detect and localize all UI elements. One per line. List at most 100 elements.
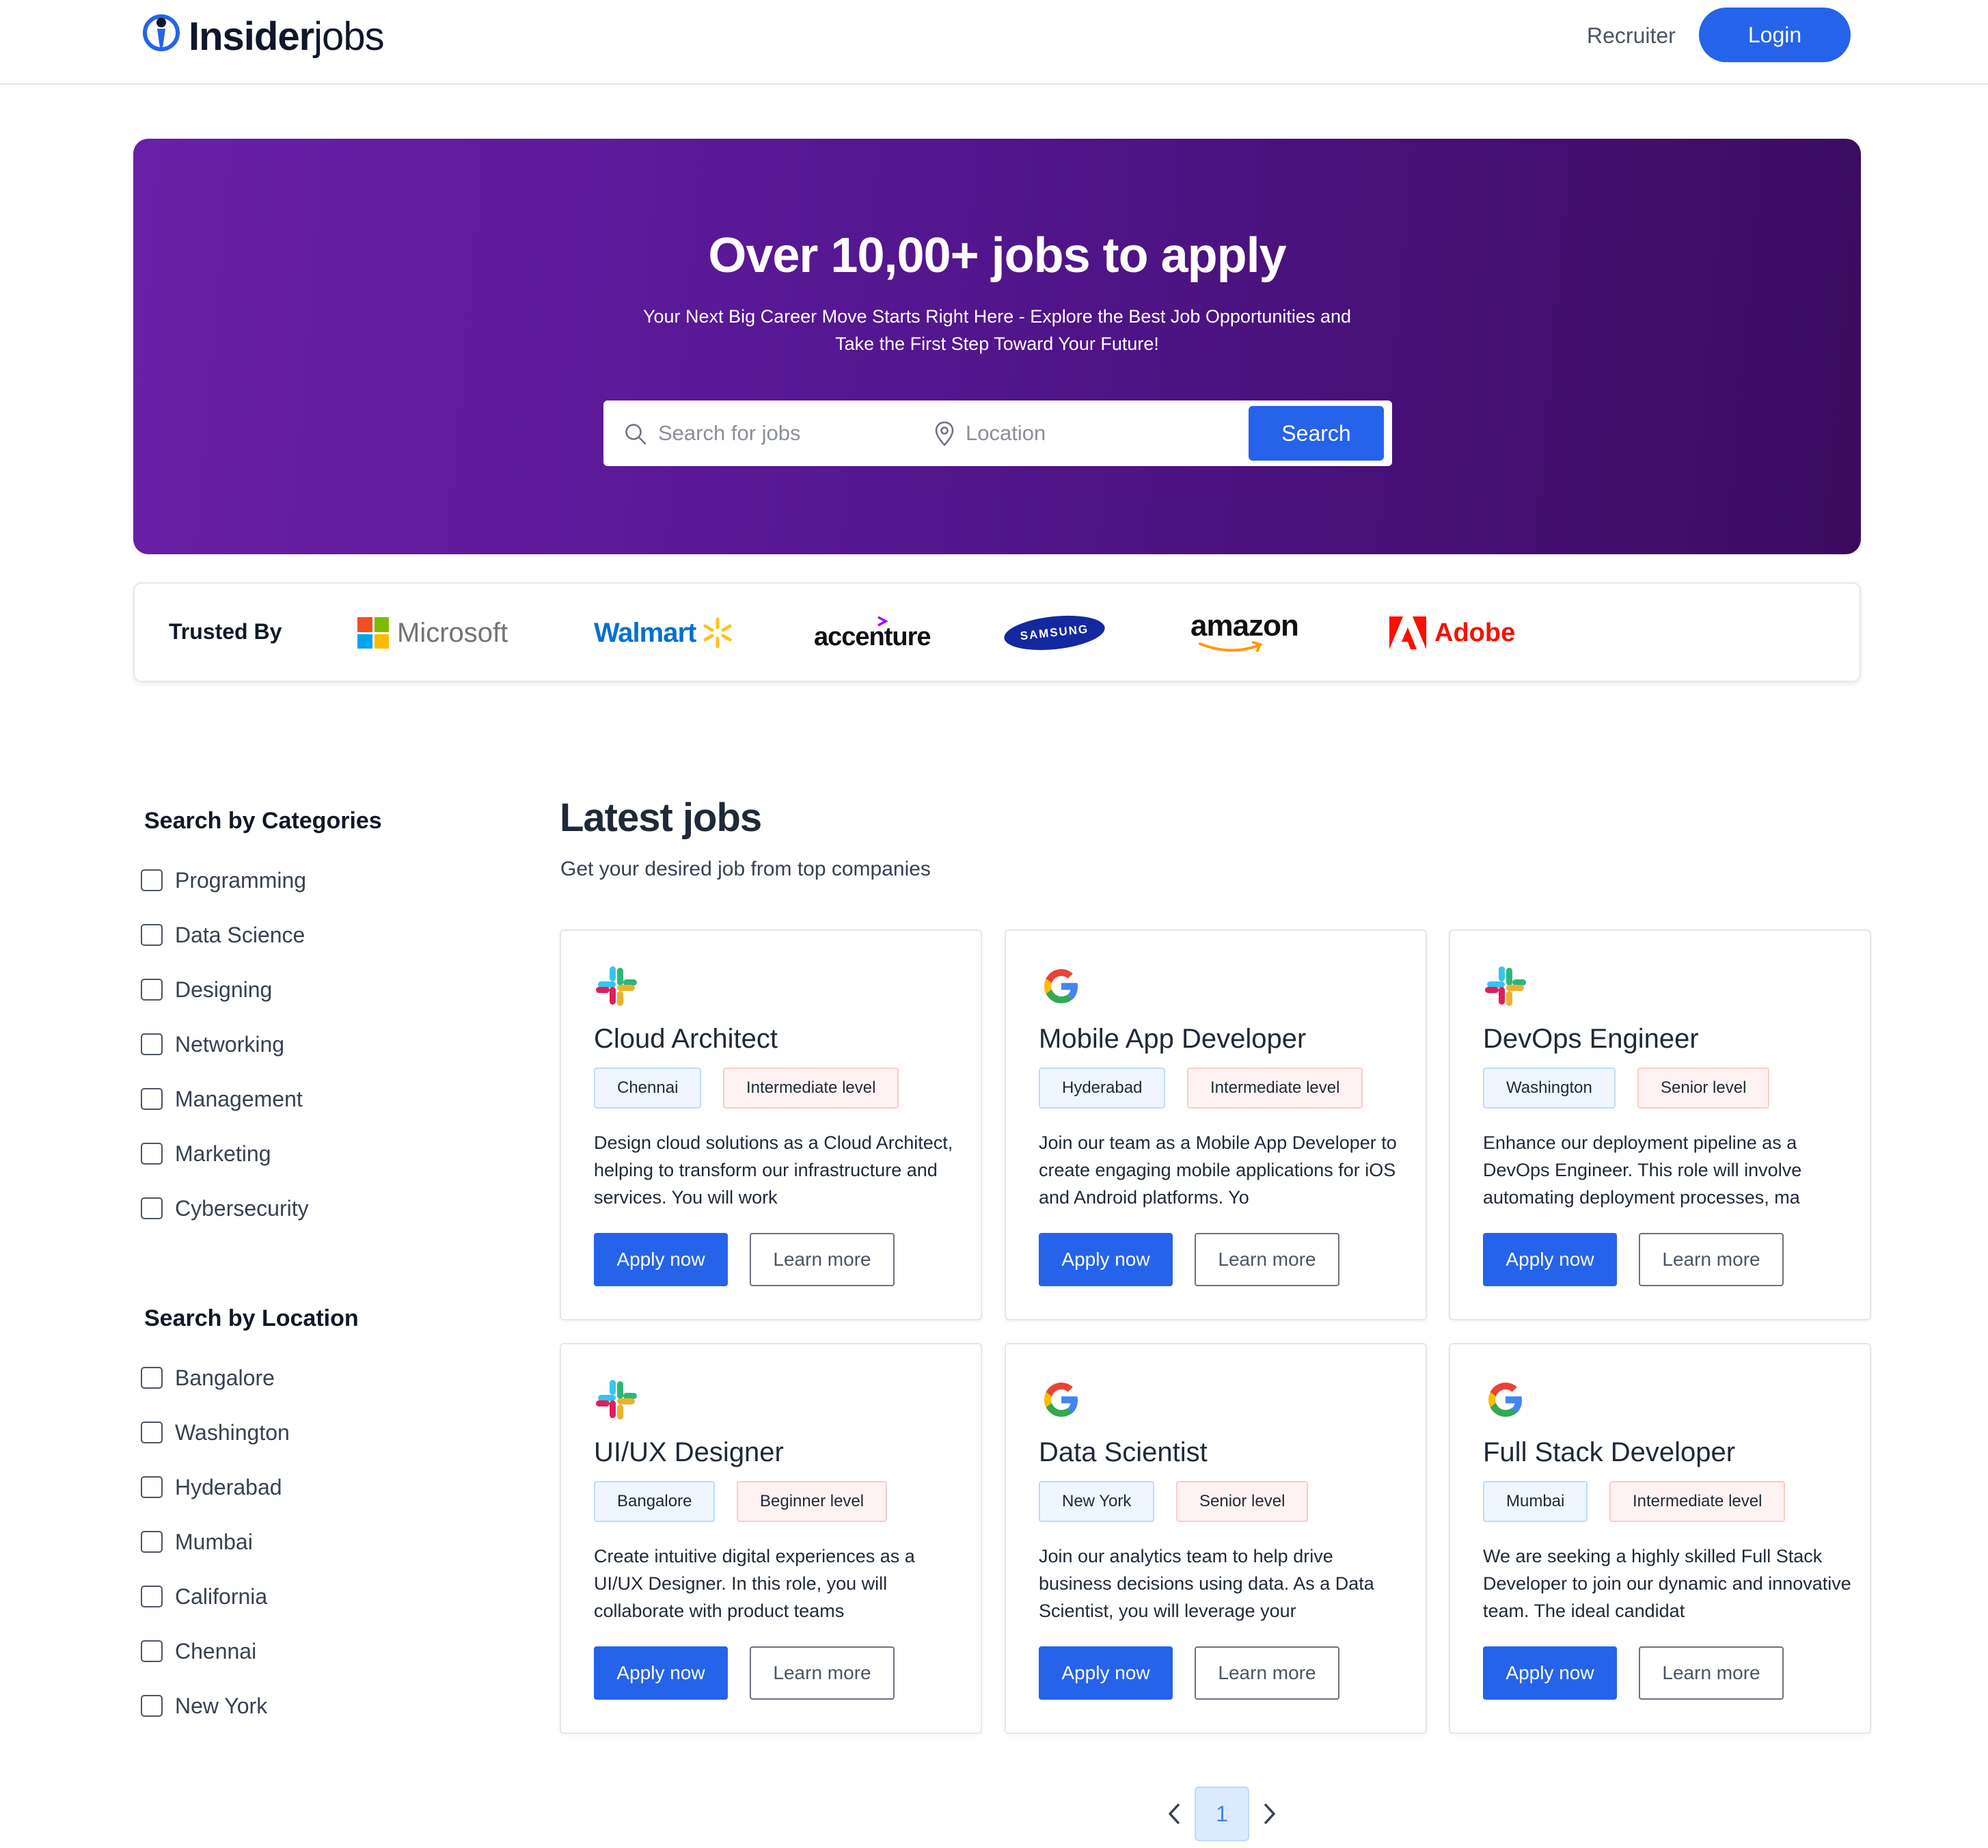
apply-now-button[interactable]: Apply now [1039, 1646, 1173, 1700]
logo-wordmark: Insiderjobs [189, 14, 385, 59]
category-filter-item[interactable]: Programming [141, 865, 306, 895]
recruiter-link[interactable]: Recruiter [1587, 21, 1676, 51]
location-filter-item[interactable]: Bangalore [141, 1363, 275, 1393]
samsung-wordmark: SAMSUNG [1002, 611, 1107, 655]
next-page-button[interactable] [1256, 1793, 1283, 1834]
latest-jobs-subtitle: Get your desired job from top companies [560, 858, 931, 880]
category-filter-item[interactable]: Data Science [141, 920, 305, 950]
checkbox[interactable] [141, 1143, 163, 1165]
learn-more-button[interactable]: Learn more [1195, 1646, 1339, 1700]
hero-banner: Over 10,00+ jobs to apply Your Next Big … [133, 139, 1861, 554]
apply-now-button[interactable]: Apply now [594, 1646, 728, 1700]
chevron-right-icon [1264, 1804, 1275, 1824]
search-button[interactable]: Search [1249, 406, 1384, 461]
apply-now-button[interactable]: Apply now [1483, 1646, 1617, 1700]
location-pin-icon [935, 421, 954, 446]
job-title: DevOps Engineer [1483, 1024, 1699, 1054]
apply-now-button[interactable]: Apply now [1039, 1233, 1173, 1286]
location-filter-item[interactable]: New York [141, 1691, 267, 1721]
job-title: Data Scientist [1039, 1437, 1208, 1467]
samsung-logo: SAMSUNG [1002, 611, 1107, 655]
checkbox[interactable] [141, 1033, 163, 1055]
level-tag: Intermediate level [1609, 1481, 1786, 1522]
checkbox[interactable] [141, 1088, 163, 1110]
checkbox[interactable] [141, 1640, 163, 1662]
location-filter-item[interactable]: California [141, 1581, 267, 1612]
location-tag: Chennai [594, 1068, 702, 1109]
location-filter-label: Chennai [175, 1638, 257, 1663]
learn-more-button[interactable]: Learn more [1195, 1233, 1339, 1286]
slack-icon [596, 966, 637, 1006]
search-icon [625, 424, 646, 445]
category-filter-label: Cybersecurity [175, 1195, 309, 1221]
location-filter-label: Mumbai [175, 1529, 253, 1554]
job-description: Design cloud solutions as a Cloud Archit… [594, 1132, 953, 1208]
adobe-a-icon [1389, 616, 1426, 649]
checkbox[interactable] [141, 1367, 163, 1389]
job-description: We are seeking a highly skilled Full Sta… [1483, 1546, 1851, 1621]
category-filter-item[interactable]: Marketing [141, 1139, 271, 1169]
location-filter-item[interactable]: Mumbai [141, 1527, 253, 1557]
top-navbar: Insiderjobs Recruiter Login [0, 0, 1988, 85]
category-filter-label: Data Science [175, 922, 305, 947]
microsoft-squares-icon [357, 617, 389, 649]
learn-more-button[interactable]: Learn more [1639, 1233, 1784, 1286]
learn-more-button[interactable]: Learn more [750, 1233, 895, 1286]
page-number-button[interactable]: 1 [1195, 1786, 1249, 1841]
location-filter-item[interactable]: Hyderabad [141, 1472, 282, 1502]
categories-heading: Search by Categories [144, 808, 382, 834]
job-card: Full Stack Developer Mumbai Intermediate l… [1449, 1343, 1871, 1734]
location-filter-label: New York [175, 1693, 268, 1718]
checkbox[interactable] [141, 979, 163, 1001]
accenture-chevron-icon [877, 616, 888, 627]
category-filter-item[interactable]: Cybersecurity [141, 1193, 309, 1223]
location-input[interactable] [966, 414, 1225, 452]
accenture-wordmark: accenture [814, 622, 931, 651]
checkbox[interactable] [141, 1422, 163, 1443]
trusted-by-strip: Trusted By Microsoft Walmart accenture S [133, 582, 1861, 682]
hero-subtitle: Your Next Big Career Move Starts Right H… [642, 306, 1351, 354]
location-tag: Washington [1483, 1068, 1616, 1109]
learn-more-button[interactable]: Learn more [1639, 1646, 1784, 1700]
location-filter-item[interactable]: Chennai [141, 1636, 256, 1666]
category-filter-item[interactable]: Designing [141, 975, 272, 1005]
checkbox[interactable] [141, 1586, 163, 1607]
job-title: Full Stack Developer [1483, 1437, 1736, 1467]
level-tag: Senior level [1637, 1068, 1770, 1109]
checkbox[interactable] [141, 869, 163, 891]
job-card: UI/UX Designer Bangalore Beginner level Cre… [560, 1343, 982, 1734]
person-pin-icon [143, 14, 180, 52]
checkbox[interactable] [141, 924, 163, 946]
category-filter-label: Marketing [175, 1141, 271, 1166]
job-card: Data Scientist New York Senior level Join o… [1005, 1343, 1427, 1734]
level-tag: Intermediate level [723, 1068, 899, 1109]
category-filter-label: Networking [175, 1031, 285, 1057]
apply-now-button[interactable]: Apply now [1483, 1233, 1617, 1286]
checkbox[interactable] [141, 1476, 163, 1498]
apply-now-button[interactable]: Apply now [594, 1233, 728, 1286]
job-description: Join our team as a Mobile App Developer … [1039, 1132, 1397, 1208]
checkbox[interactable] [141, 1197, 163, 1219]
location-heading: Search by Location [144, 1305, 359, 1331]
slack-icon [596, 1380, 637, 1419]
level-tag: Senior level [1176, 1481, 1309, 1522]
location-tag: Mumbai [1483, 1481, 1588, 1522]
latest-jobs-title: Latest jobs [560, 796, 762, 840]
checkbox[interactable] [141, 1531, 163, 1553]
walmart-wordmark: Walmart [594, 617, 696, 648]
site-logo[interactable]: Insiderjobs [141, 12, 385, 60]
learn-more-button[interactable]: Learn more [750, 1646, 895, 1700]
job-search-input[interactable] [658, 414, 918, 452]
google-icon [1044, 1383, 1078, 1417]
prev-page-button[interactable] [1160, 1793, 1188, 1834]
job-description: Join our analytics team to help drive bu… [1039, 1546, 1374, 1621]
checkbox[interactable] [141, 1695, 163, 1717]
location-filter-item[interactable]: Washington [141, 1417, 290, 1448]
job-title: Mobile App Developer [1039, 1024, 1307, 1054]
category-filter-item[interactable]: Networking [141, 1029, 284, 1059]
login-button[interactable]: Login [1699, 8, 1851, 62]
amazon-smile-icon [1199, 641, 1262, 652]
pagination: 1 [1160, 1786, 1283, 1841]
microsoft-logo: Microsoft [357, 611, 508, 655]
category-filter-item[interactable]: Management [141, 1084, 303, 1114]
